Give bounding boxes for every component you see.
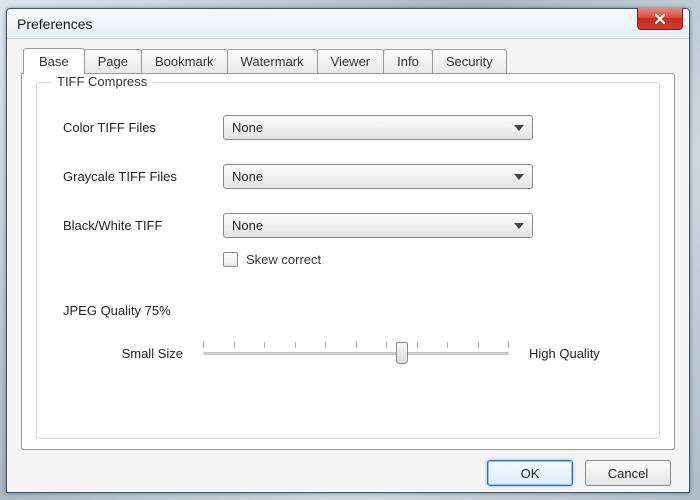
gray-tiff-label: Graycale TIFF Files xyxy=(63,169,223,184)
tab-panel: TIFF Compress Color TIFF Files None Gray… xyxy=(21,73,675,450)
window-title: Preferences xyxy=(17,16,92,32)
preferences-window: Preferences Base Page Bookmark Watermark… xyxy=(6,8,690,493)
bw-tiff-label: Black/White TIFF xyxy=(63,218,223,233)
slider-track xyxy=(203,352,509,355)
slider-max-label: High Quality xyxy=(509,346,639,361)
slider-thumb[interactable] xyxy=(396,342,408,364)
jpeg-quality-slider[interactable] xyxy=(203,340,509,366)
tab-viewer[interactable]: Viewer xyxy=(317,49,385,73)
chevron-down-icon xyxy=(514,125,524,131)
row-grayscale: Graycale TIFF Files None xyxy=(63,164,639,189)
slider-ticks xyxy=(203,342,509,350)
group-title: TIFF Compress xyxy=(51,74,153,89)
row-bw: Black/White TIFF None xyxy=(63,213,639,238)
cancel-button[interactable]: Cancel xyxy=(585,460,671,486)
chevron-down-icon xyxy=(514,223,524,229)
slider-row: Small Size High Quality xyxy=(63,340,639,366)
tab-info[interactable]: Info xyxy=(383,49,433,73)
close-button[interactable] xyxy=(637,8,683,30)
row-skew: Skew correct xyxy=(223,252,639,267)
tiff-compress-group: TIFF Compress Color TIFF Files None Gray… xyxy=(36,82,660,439)
ok-button[interactable]: OK xyxy=(487,460,573,486)
slider-min-label: Small Size xyxy=(63,346,203,361)
close-icon xyxy=(654,13,666,25)
tab-base[interactable]: Base xyxy=(23,48,85,74)
titlebar: Preferences xyxy=(7,9,689,39)
bw-tiff-dropdown[interactable]: None xyxy=(223,213,533,238)
skew-correct-checkbox[interactable] xyxy=(223,252,238,267)
gray-tiff-value: None xyxy=(232,169,514,184)
color-tiff-dropdown[interactable]: None xyxy=(223,115,533,140)
chevron-down-icon xyxy=(514,174,524,180)
color-tiff-value: None xyxy=(232,120,514,135)
skew-correct-label: Skew correct xyxy=(246,252,321,267)
row-color: Color TIFF Files None xyxy=(63,115,639,140)
jpeg-quality-label: JPEG Quality 75% xyxy=(63,303,639,318)
tab-bookmark[interactable]: Bookmark xyxy=(141,49,228,73)
bw-tiff-value: None xyxy=(232,218,514,233)
button-bar: OK Cancel xyxy=(21,450,675,486)
tab-page[interactable]: Page xyxy=(84,49,142,73)
gray-tiff-dropdown[interactable]: None xyxy=(223,164,533,189)
color-tiff-label: Color TIFF Files xyxy=(63,120,223,135)
client-area: Base Page Bookmark Watermark Viewer Info… xyxy=(7,39,689,492)
tab-watermark[interactable]: Watermark xyxy=(227,49,318,73)
tabstrip: Base Page Bookmark Watermark Viewer Info… xyxy=(21,47,675,73)
tab-security[interactable]: Security xyxy=(432,49,507,73)
